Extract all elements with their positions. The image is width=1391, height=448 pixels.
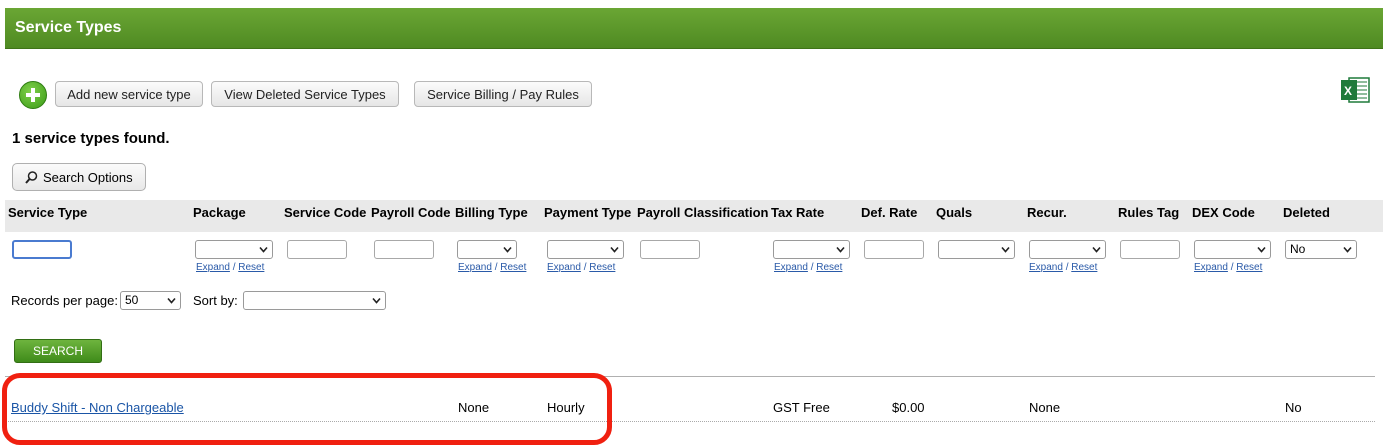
col-billing-type[interactable]: Billing Type: [455, 205, 528, 220]
reset-link[interactable]: Reset: [589, 262, 615, 273]
reset-link[interactable]: Reset: [238, 262, 264, 273]
chevron-down-icon: [1343, 246, 1352, 253]
expand-link[interactable]: Expand: [196, 262, 230, 273]
reset-link[interactable]: Reset: [1236, 262, 1262, 273]
row-deleted: No: [1285, 400, 1302, 415]
col-def-rate[interactable]: Def. Rate: [861, 205, 917, 220]
quals-filter-select[interactable]: [938, 240, 1015, 259]
col-tax-rate[interactable]: Tax Rate: [771, 205, 824, 220]
link-separator: /: [1065, 262, 1069, 273]
col-deleted[interactable]: Deleted: [1283, 205, 1330, 220]
chevron-down-icon: [167, 297, 176, 304]
col-payment-type[interactable]: Payment Type: [544, 205, 631, 220]
recur-filter-links: Expand / Reset: [1029, 262, 1097, 273]
page-header: Service Types: [5, 8, 1383, 49]
row-def-rate: $0.00: [892, 400, 925, 415]
col-dex-code[interactable]: DEX Code: [1192, 205, 1255, 220]
chevron-down-icon: [259, 246, 268, 253]
reset-link[interactable]: Reset: [1071, 262, 1097, 273]
col-recur[interactable]: Recur.: [1027, 205, 1067, 220]
search-button[interactable]: SEARCH: [14, 339, 102, 363]
payroll-code-filter-input[interactable]: [374, 240, 434, 259]
svg-text:X: X: [1344, 84, 1352, 98]
sort-by-select[interactable]: [243, 291, 386, 310]
col-service-code[interactable]: Service Code: [284, 205, 366, 220]
reset-link[interactable]: Reset: [816, 262, 842, 273]
col-quals[interactable]: Quals: [936, 205, 972, 220]
package-filter-links: Expand / Reset: [196, 262, 264, 273]
chevron-down-icon: [372, 297, 381, 304]
billing-type-filter-links: Expand / Reset: [458, 262, 526, 273]
deleted-filter-select[interactable]: No: [1285, 240, 1357, 259]
dex-code-filter-links: Expand / Reset: [1194, 262, 1262, 273]
chevron-down-icon: [610, 246, 619, 253]
expand-link[interactable]: Expand: [1029, 262, 1063, 273]
link-separator: /: [810, 262, 814, 273]
col-payroll-classification[interactable]: Payroll Classification: [637, 205, 769, 220]
magnifier-icon: [25, 171, 38, 184]
dex-code-filter-select[interactable]: [1194, 240, 1271, 259]
expand-link[interactable]: Expand: [458, 262, 492, 273]
payment-type-filter-select[interactable]: [547, 240, 624, 259]
search-options-label: Search Options: [43, 170, 133, 185]
rules-tag-filter-input[interactable]: [1120, 240, 1180, 259]
recur-filter-select[interactable]: [1029, 240, 1106, 259]
view-deleted-button[interactable]: View Deleted Service Types: [211, 81, 399, 107]
col-package[interactable]: Package: [193, 205, 246, 220]
expand-link[interactable]: Expand: [1194, 262, 1228, 273]
link-separator: /: [232, 262, 236, 273]
plus-circle-icon[interactable]: [19, 81, 47, 109]
records-per-page-value: 50: [125, 293, 139, 307]
service-code-filter-input[interactable]: [287, 240, 347, 259]
tax-rate-filter-select[interactable]: [773, 240, 850, 259]
col-payroll-code[interactable]: Payroll Code: [371, 205, 450, 220]
page-title: Service Types: [15, 19, 122, 36]
expand-link[interactable]: Expand: [774, 262, 808, 273]
records-per-page-label: Records per page:: [11, 293, 118, 308]
payment-type-filter-links: Expand / Reset: [547, 262, 615, 273]
link-separator: /: [494, 262, 498, 273]
chevron-down-icon: [1001, 246, 1010, 253]
col-service-type[interactable]: Service Type: [8, 205, 87, 220]
link-separator: /: [583, 262, 587, 273]
service-type-filter-input[interactable]: [12, 240, 72, 259]
records-per-page-select[interactable]: 50: [120, 291, 181, 310]
chevron-down-icon: [1092, 246, 1101, 253]
package-filter-select[interactable]: [195, 240, 273, 259]
chevron-down-icon: [836, 246, 845, 253]
search-options-button[interactable]: Search Options: [12, 163, 146, 191]
col-rules-tag[interactable]: Rules Tag: [1118, 205, 1179, 220]
reset-link[interactable]: Reset: [500, 262, 526, 273]
billing-type-filter-select[interactable]: [457, 240, 517, 259]
sort-by-label: Sort by:: [193, 293, 238, 308]
payroll-classification-filter-input[interactable]: [640, 240, 700, 259]
add-service-type-button[interactable]: Add new service type: [55, 81, 203, 107]
results-count: 1 service types found.: [12, 130, 170, 147]
deleted-filter-value: No: [1290, 242, 1306, 256]
chevron-down-icon: [1257, 246, 1266, 253]
row-recur: None: [1029, 400, 1061, 415]
excel-export-icon[interactable]: X: [1340, 77, 1370, 103]
highlight-annotation: [2, 373, 612, 445]
expand-link[interactable]: Expand: [547, 262, 581, 273]
link-separator: /: [1230, 262, 1234, 273]
row-tax-rate: GST Free: [773, 400, 830, 415]
chevron-down-icon: [503, 246, 512, 253]
tax-rate-filter-links: Expand / Reset: [774, 262, 842, 273]
billing-pay-rules-button[interactable]: Service Billing / Pay Rules: [414, 81, 592, 107]
def-rate-filter-input[interactable]: [864, 240, 924, 259]
